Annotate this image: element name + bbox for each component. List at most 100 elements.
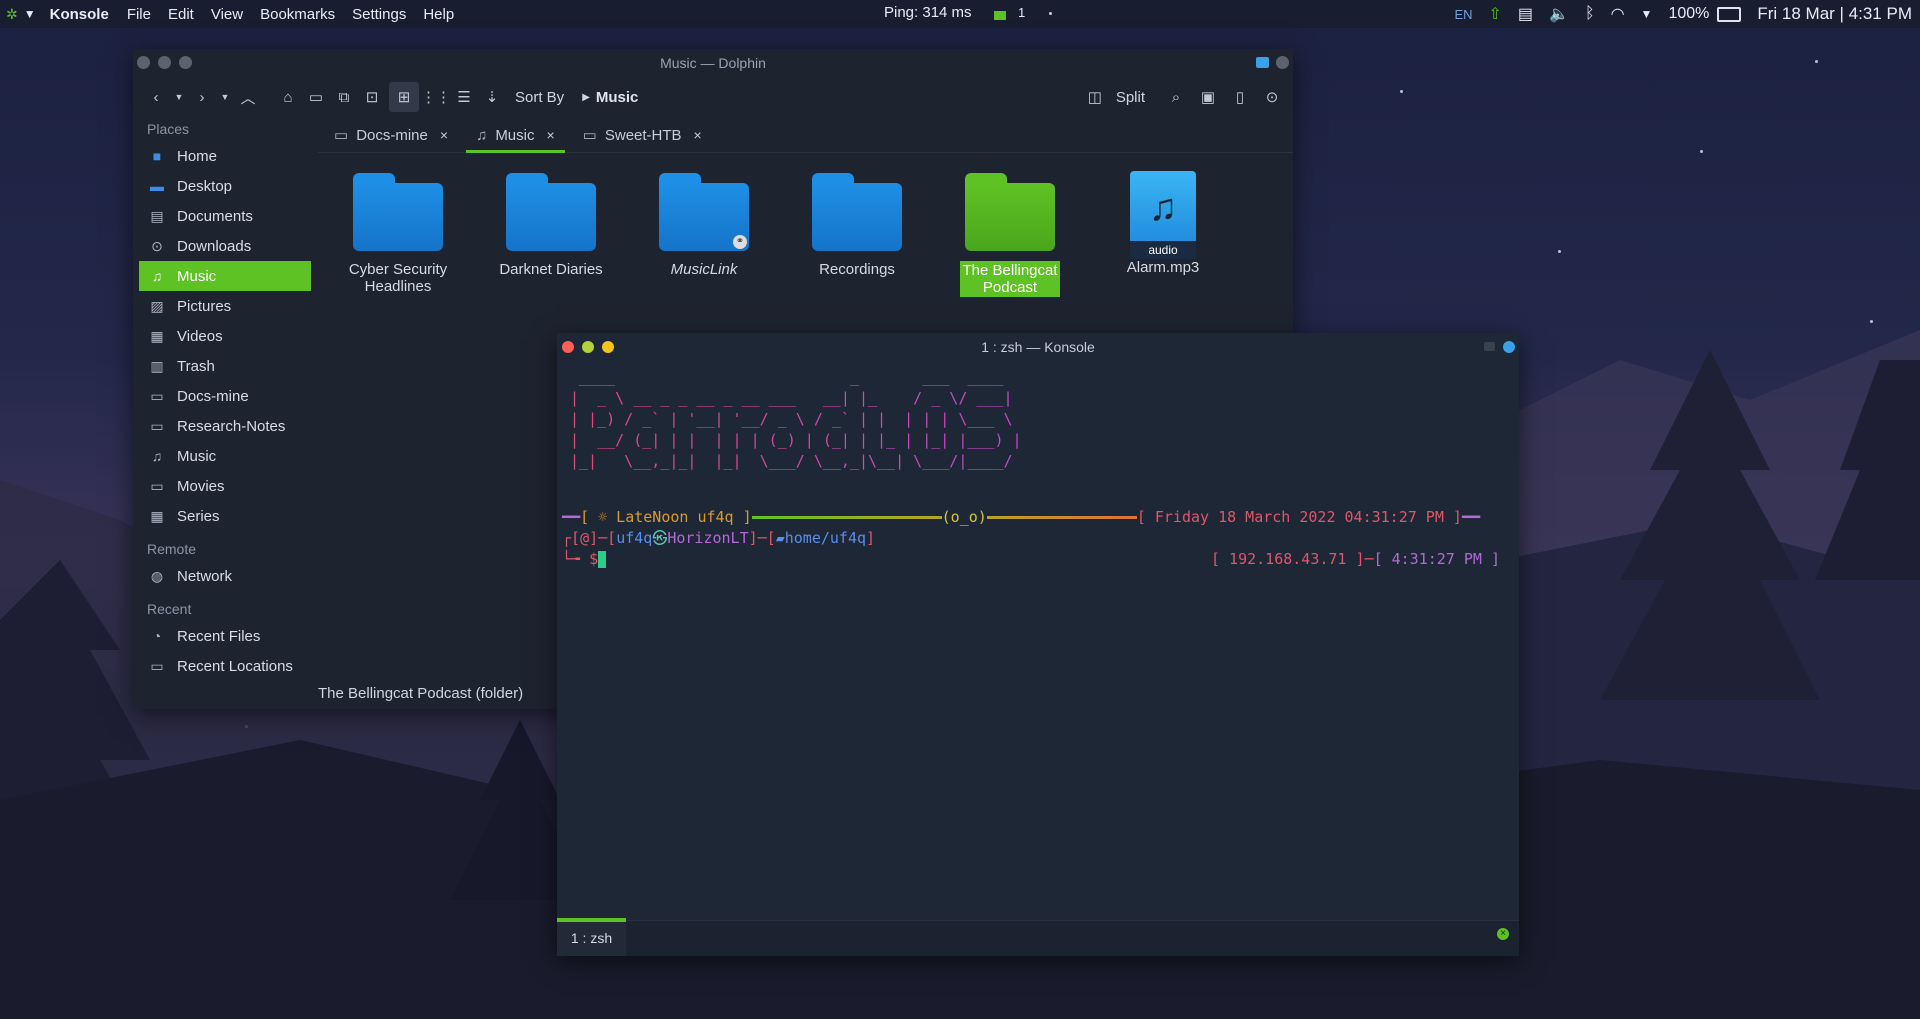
file-item-cyber-security-headlines[interactable]: Cyber Security Headlines <box>333 173 463 295</box>
battery-icon[interactable] <box>1717 6 1742 22</box>
window-menu-button[interactable] <box>1503 341 1515 353</box>
sidebar-item-desktop[interactable]: ▬ Desktop <box>139 171 311 201</box>
forward-icon[interactable]: › <box>191 86 213 108</box>
file-item-darknet-diaries[interactable]: Darknet Diaries <box>486 173 616 278</box>
sidebar-item-label: Pictures <box>177 297 232 315</box>
split-button[interactable]: Split <box>1116 89 1145 106</box>
konsole-tab[interactable]: 1 : zsh <box>557 918 626 956</box>
icons-view-icon[interactable]: ⊞ <box>389 82 419 112</box>
menu-help[interactable]: Help <box>423 6 454 23</box>
sidebar-item-label: Recent Files <box>177 627 261 645</box>
app-icon <box>1484 342 1495 351</box>
trash-icon: ▥ <box>150 357 164 374</box>
recent-locations-icon: ▭ <box>150 657 164 674</box>
file-item-alarm-mp3[interactable]: ♫ audio Alarm.mp3 <box>1098 171 1228 276</box>
music-icon: ♫ <box>151 448 163 464</box>
volume-icon[interactable]: 🔈 <box>1549 4 1569 24</box>
bluetooth-icon[interactable]: ᛒ <box>1585 5 1595 23</box>
new-window-icon[interactable]: ⊡ <box>361 86 383 108</box>
sidebar-item-pictures[interactable]: ▨ Pictures <box>139 291 311 321</box>
file-item-the-bellingcat-podcast[interactable]: The Bellingcat Podcast <box>945 173 1075 297</box>
sidebar-item-documents[interactable]: ▤ Documents <box>139 201 311 231</box>
split-icon[interactable]: ◫ <box>1084 86 1106 108</box>
places-panel: Places ■ Home ▬ Desktop ▤ Documents ⊙ Do… <box>139 117 311 709</box>
tab-music[interactable]: ♫ Music × <box>466 120 565 153</box>
sidebar-item-label: Downloads <box>177 237 252 255</box>
menu-view[interactable]: View <box>211 6 243 23</box>
workspace-indicator[interactable]: 1 <box>1018 5 1025 20</box>
new-file-icon[interactable]: ▯ <box>1229 86 1251 108</box>
keyboard-layout[interactable]: EN <box>1454 7 1472 22</box>
minimize-window-button[interactable] <box>158 56 171 69</box>
maximize-window-button[interactable] <box>602 341 614 353</box>
forward-history-chevron-icon[interactable]: ▼ <box>219 86 231 108</box>
music-icon: ♫ <box>151 268 163 284</box>
back-icon[interactable]: ‹ <box>145 86 167 108</box>
terminal-area[interactable]: ____ _ ___ ____ | _ \ __ _ _ __ _ __ ___… <box>562 367 1512 907</box>
up-icon[interactable]: ︿ <box>237 86 259 108</box>
close-tab-icon[interactable]: × <box>1497 928 1509 940</box>
details-view-icon[interactable]: ☰ <box>453 86 475 108</box>
file-item-recordings[interactable]: Recordings <box>792 173 922 278</box>
search-icon[interactable]: ⌕ <box>1165 86 1187 108</box>
app-launcher-icon[interactable]: ✲ <box>6 6 18 23</box>
sidebar-item-network[interactable]: ◍ Network <box>139 561 311 591</box>
clipboard-icon[interactable]: ▤ <box>1518 4 1533 24</box>
menu-bookmarks[interactable]: Bookmarks <box>260 6 335 23</box>
terminal-icon[interactable]: ▭ <box>305 86 327 108</box>
konsole-tab-bar: 1 : zsh × <box>557 918 1519 956</box>
new-folder-icon[interactable]: ▣ <box>1197 86 1219 108</box>
breadcrumb[interactable]: Music <box>596 89 639 106</box>
sidebar-item-downloads[interactable]: ⊙ Downloads <box>139 231 311 261</box>
close-tab-icon[interactable]: × <box>694 127 702 143</box>
recent-files-icon: ◔ <box>152 628 162 644</box>
prompt-line-3: └╼ $ [ 192.168.43.71 ]─[ 4:31:27 PM ] <box>562 550 1500 568</box>
window-menu-button[interactable] <box>1276 56 1289 69</box>
prompt-host: HorizonLT <box>667 529 749 547</box>
prompt-path: home/uf4q <box>784 529 867 547</box>
close-tab-icon[interactable]: × <box>440 127 448 143</box>
minimize-window-button[interactable] <box>582 341 594 353</box>
menu-edit[interactable]: Edit <box>168 6 194 23</box>
sidebar-item-movies[interactable]: ▭ Movies <box>139 471 311 501</box>
file-item-musiclink[interactable]: ⚭ MusicLink <box>639 173 769 278</box>
sidebar-item-label: Trash <box>177 357 215 375</box>
sidebar-item-recent-locations[interactable]: ▭ Recent Locations <box>139 651 311 681</box>
konsole-titlebar[interactable]: 1 : zsh — Konsole <box>557 333 1519 361</box>
audio-file-icon: ♫ audio <box>1130 171 1196 259</box>
tab-sweet-htb[interactable]: ▭ Sweet-HTB × <box>573 120 712 150</box>
update-icon[interactable]: ⇧ <box>1489 4 1502 24</box>
item-label: MusicLink <box>670 261 738 278</box>
close-window-button[interactable] <box>562 341 574 353</box>
close-tab-icon[interactable]: × <box>546 127 554 143</box>
app-menu-chevron-icon[interactable]: ▼ <box>24 7 36 21</box>
sidebar-item-docs-mine[interactable]: ▭ Docs-mine <box>139 381 311 411</box>
sidebar-item-home[interactable]: ■ Home <box>139 141 311 171</box>
compare-icon[interactable]: ⧉ <box>333 86 355 108</box>
menu-file[interactable]: File <box>127 6 151 23</box>
sidebar-item-series[interactable]: ▦ Series <box>139 501 311 531</box>
menu-settings[interactable]: Settings <box>352 6 406 23</box>
tray-expand-icon[interactable]: ▼ <box>1641 7 1653 21</box>
sidebar-item-research-notes[interactable]: ▭ Research-Notes <box>139 411 311 441</box>
sidebar-item-trash[interactable]: ▥ Trash <box>139 351 311 381</box>
sidebar-item-label: Recent Locations <box>177 657 293 675</box>
home-icon[interactable]: ⌂ <box>277 86 299 108</box>
close-window-button[interactable] <box>137 56 150 69</box>
maximize-window-button[interactable] <box>179 56 192 69</box>
sort-by-button[interactable]: Sort By <box>515 89 564 106</box>
back-history-chevron-icon[interactable]: ▼ <box>173 86 185 108</box>
wifi-icon[interactable]: ◠ <box>1611 4 1625 24</box>
sidebar-item-label: Docs-mine <box>177 387 249 405</box>
sort-icon[interactable]: ⇣ <box>481 86 503 108</box>
tab-docs-mine[interactable]: ▭ Docs-mine × <box>324 120 458 150</box>
dolphin-titlebar[interactable]: Music — Dolphin <box>133 49 1293 77</box>
cursor <box>598 551 607 568</box>
sidebar-item-music[interactable]: ♫ Music <box>139 261 311 291</box>
more-menu-icon[interactable]: ⊙ <box>1261 86 1283 108</box>
sidebar-item-recent-files[interactable]: ◔ Recent Files <box>139 621 311 651</box>
sidebar-item-music[interactable]: ♫ Music <box>139 441 311 471</box>
clock[interactable]: Fri 18 Mar | 4:31 PM <box>1757 4 1912 24</box>
compact-view-icon[interactable]: ⋮⋮ <box>421 86 451 108</box>
sidebar-item-videos[interactable]: ▦ Videos <box>139 321 311 351</box>
